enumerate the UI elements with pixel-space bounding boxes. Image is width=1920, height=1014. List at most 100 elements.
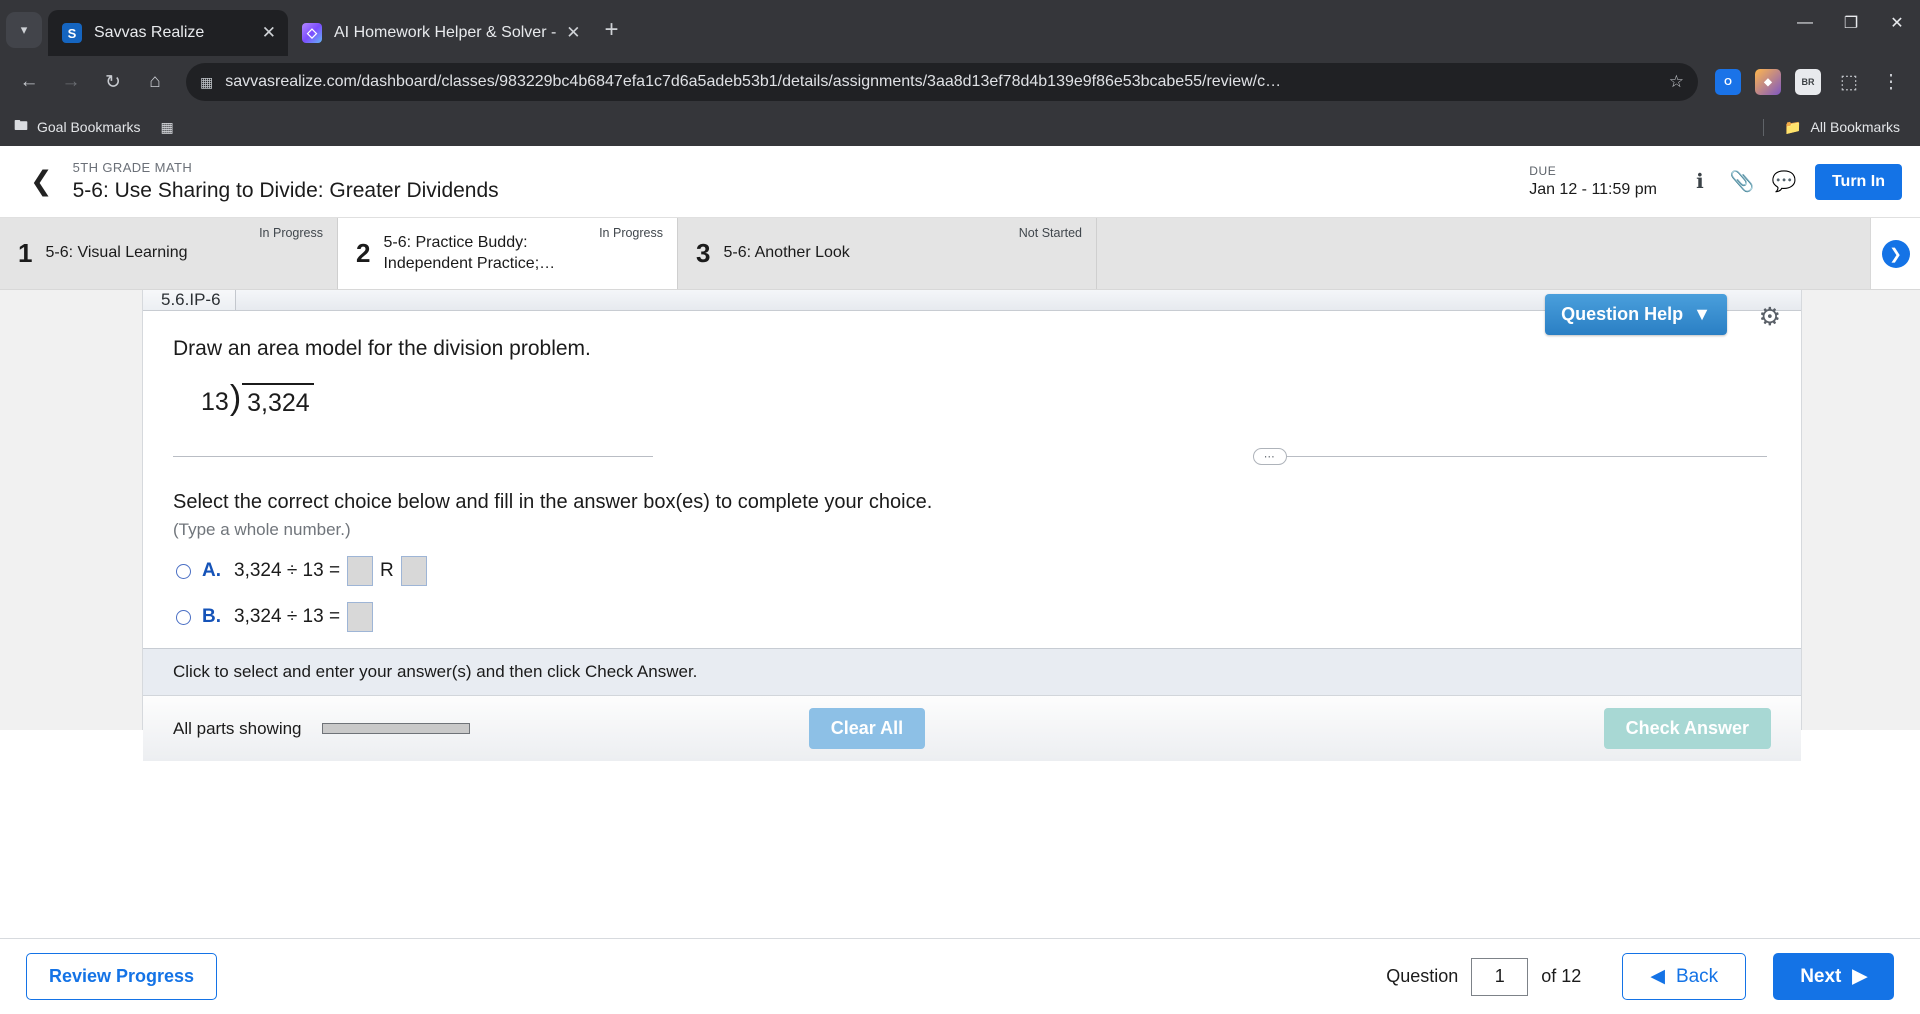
answer-box-b1[interactable] — [347, 602, 374, 632]
browser-tab-title: AI Homework Helper & Solver - — [334, 24, 557, 41]
chevron-down-icon: ▾ — [20, 22, 28, 37]
page-title: 5-6: Use Sharing to Divide: Greater Divi… — [72, 179, 499, 202]
tab-status: Not Started — [1018, 226, 1082, 240]
course-label: 5TH GRADE MATH — [72, 160, 193, 175]
choice-row-b[interactable]: B. 3,324 ÷ 13 = — [173, 602, 1771, 632]
due-block: DUE Jan 12 - 11:59 pm — [1529, 164, 1657, 199]
assignment-tab-3[interactable]: 3 5-6: Another Look Not Started — [678, 218, 1097, 289]
comment-icon[interactable]: 💬 — [1763, 161, 1805, 203]
ai-helper-icon: ◇ — [302, 23, 322, 43]
assignment-tab-filler — [1097, 218, 1920, 289]
browser-tab-title: Savvas Realize — [94, 24, 205, 41]
review-progress-button[interactable]: Review Progress — [26, 953, 218, 1000]
close-icon[interactable]: ✕ — [262, 23, 276, 43]
tab-number: 3 — [696, 238, 711, 268]
bookmark-label: Goal Bookmarks — [37, 119, 141, 135]
divisor: 13 — [201, 388, 229, 416]
question-action-bar: All parts showing Clear All Check Answer — [143, 695, 1801, 761]
remainder-label-a: R — [380, 560, 394, 581]
choice-text-a: 3,324 ÷ 13 = R — [234, 556, 427, 586]
all-bookmarks-button[interactable]: 📁 All Bookmarks — [1763, 118, 1906, 136]
tab-search-button[interactable]: ▾ — [6, 12, 42, 48]
assignment-tab-1[interactable]: 1 5-6: Visual Learning In Progress — [0, 218, 338, 289]
question-status-note: Click to select and enter your answer(s)… — [143, 648, 1801, 695]
next-button[interactable]: Next ▶ — [1773, 953, 1894, 1000]
window-controls: — ❐ ✕ — [1782, 0, 1920, 46]
forward-icon[interactable]: → — [52, 63, 90, 101]
back-icon[interactable]: ← — [10, 63, 48, 101]
back-button[interactable]: ◀ Back — [1622, 953, 1747, 1000]
browser-tab-ai-helper[interactable]: ◇ AI Homework Helper & Solver - ✕ — [288, 10, 593, 56]
bookmark-star-icon[interactable]: ☆ — [1669, 72, 1684, 92]
question-navigator: Question 1 of 12 ◀ Back Next ▶ — [1386, 953, 1894, 1000]
extensions-puzzle-icon[interactable]: ⬚ — [1830, 63, 1868, 101]
check-answer-button[interactable]: Check Answer — [1603, 708, 1771, 749]
divider-line-left — [173, 456, 653, 457]
question-workspace: 5.6.IP-6 Question Help ▼ ⚙ Draw an area … — [0, 290, 1920, 761]
clear-all-button[interactable]: Clear All — [808, 708, 926, 749]
office-extension-icon[interactable]: O — [1715, 69, 1741, 95]
reload-icon[interactable]: ↻ — [94, 63, 132, 101]
maximize-button[interactable]: ❐ — [1828, 0, 1874, 46]
tab-number: 2 — [356, 238, 371, 268]
due-value: Jan 12 - 11:59 pm — [1529, 181, 1657, 198]
info-icon[interactable]: ℹ — [1679, 161, 1721, 203]
question-card-toolbar: 5.6.IP-6 Question Help ▼ ⚙ — [143, 290, 1801, 335]
bookmark-apps-grid[interactable]: ▦ — [160, 119, 173, 136]
folder-gear-icon: 🖿 — [14, 117, 28, 133]
browser-menu-icon[interactable]: ⋮ — [1872, 63, 1910, 101]
new-tab-button[interactable]: + — [605, 16, 619, 44]
grammar-extension-icon[interactable]: ◆ — [1755, 69, 1781, 95]
parts-showing-label: All parts showing — [173, 718, 302, 738]
tab-label: 5-6: Another Look — [723, 244, 850, 262]
back-chevron-icon[interactable]: ❮ — [30, 166, 53, 197]
choice-letter-b: B. — [202, 606, 221, 627]
chevron-right-icon: ❯ — [1881, 239, 1910, 268]
page-info-icon[interactable]: ▦ — [200, 74, 213, 91]
question-card: 5.6.IP-6 Question Help ▼ ⚙ Draw an area … — [142, 290, 1802, 761]
address-bar[interactable]: ▦ savvasrealize.com/dashboard/classes/98… — [186, 63, 1698, 101]
choice-letter-a: A. — [202, 560, 221, 581]
question-instruction: Select the correct choice below and fill… — [173, 491, 933, 513]
due-label: DUE — [1529, 164, 1557, 178]
apps-grid-icon: ▦ — [160, 118, 174, 135]
gear-icon[interactable]: ⚙ — [1759, 302, 1781, 332]
home-icon[interactable]: ⌂ — [136, 63, 174, 101]
br-extension-icon[interactable]: BR — [1795, 69, 1821, 95]
attachment-icon[interactable]: 📎 — [1721, 161, 1763, 203]
browser-tab-savvas[interactable]: S Savvas Realize ✕ — [48, 10, 288, 56]
answer-box-a1[interactable] — [347, 556, 374, 586]
question-prompt: Draw an area model for the division prob… — [173, 337, 591, 360]
radio-button-b[interactable] — [176, 609, 191, 625]
turn-in-button[interactable]: Turn In — [1814, 163, 1902, 200]
assignment-tabs-next-button[interactable]: ❯ — [1870, 218, 1920, 289]
answer-box-a2[interactable] — [400, 556, 427, 586]
question-number-input[interactable]: 1 — [1471, 957, 1529, 996]
question-body: Draw an area model for the division prob… — [143, 311, 1801, 648]
choice-text-b: 3,324 ÷ 13 = — [234, 602, 374, 632]
bookmark-goal-bookmarks[interactable]: 🖿 Goal Bookmarks — [14, 115, 140, 139]
question-help-button[interactable]: Question Help ▼ — [1545, 294, 1727, 335]
question-number-label: Question — [1386, 966, 1459, 986]
browser-toolbar: ← → ↻ ⌂ ▦ savvasrealize.com/dashboard/cl… — [0, 56, 1920, 108]
next-button-label: Next — [1800, 965, 1842, 987]
radio-button-a[interactable] — [176, 563, 191, 579]
tab-label: 5-6: Practice Buddy: Independent Practic… — [383, 233, 556, 272]
divider-dots-icon[interactable]: ⋯ — [1253, 448, 1287, 465]
close-window-button[interactable]: ✕ — [1874, 0, 1920, 46]
header-titles: 5TH GRADE MATH 5-6: Use Sharing to Divid… — [73, 160, 1530, 203]
close-icon[interactable]: ✕ — [566, 23, 580, 43]
minimize-button[interactable]: — — [1782, 0, 1828, 46]
browser-chrome: ▾ S Savvas Realize ✕ ◇ AI Homework Helpe… — [0, 0, 1920, 146]
assignment-tab-2[interactable]: 2 5-6: Practice Buddy: Independent Pract… — [338, 218, 678, 289]
parts-progress-bar[interactable] — [321, 723, 470, 734]
triangle-left-icon: ◀ — [1650, 966, 1665, 987]
triangle-right-icon: ▶ — [1852, 966, 1867, 987]
tab-strip: ▾ S Savvas Realize ✕ ◇ AI Homework Helpe… — [0, 0, 1920, 56]
choice-row-a[interactable]: A. 3,324 ÷ 13 = R — [173, 556, 1771, 586]
division-bracket-icon: ) — [229, 379, 242, 417]
bookmarks-bar: 🖿 Goal Bookmarks ▦ 📁 All Bookmarks — [0, 108, 1920, 146]
assignment-header: ❮ 5TH GRADE MATH 5-6: Use Sharing to Div… — [0, 146, 1920, 218]
question-code: 5.6.IP-6 — [143, 290, 236, 310]
section-divider: ⋯ — [173, 448, 1771, 465]
